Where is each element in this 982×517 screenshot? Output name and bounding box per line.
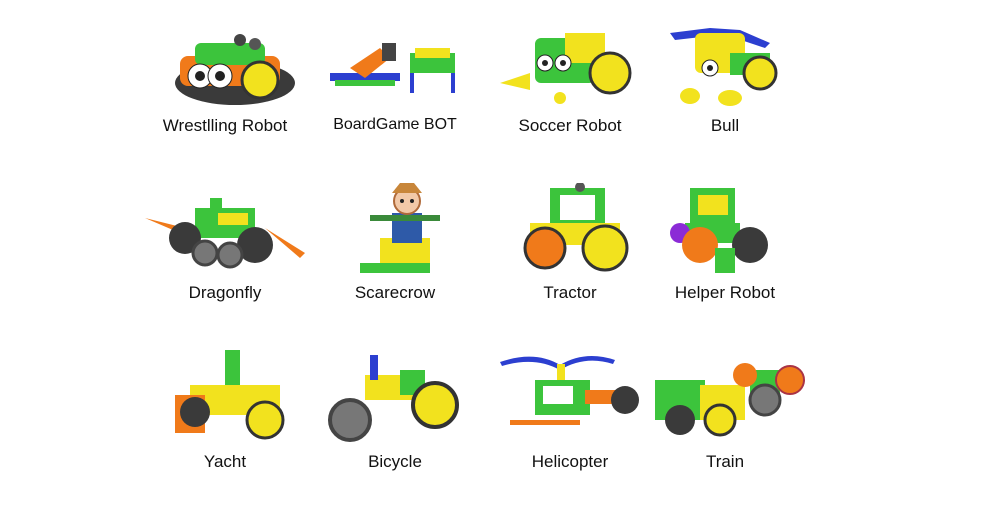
model-card-bicycle: Bicycle bbox=[310, 350, 480, 500]
tractor-image bbox=[485, 183, 655, 278]
bicycle-image bbox=[310, 350, 480, 445]
helper-robot-image bbox=[640, 183, 810, 278]
train-image bbox=[640, 350, 810, 445]
model-label: Dragonfly bbox=[188, 283, 262, 302]
model-label: Yacht bbox=[203, 452, 247, 471]
model-label: BoardGame BOT bbox=[333, 116, 457, 133]
helicopter-image bbox=[485, 350, 655, 445]
model-card-yacht: Yacht bbox=[140, 350, 310, 500]
model-card-helicopter: Helicopter bbox=[485, 350, 655, 500]
model-label: Bull bbox=[710, 116, 740, 135]
model-label: Soccer Robot bbox=[518, 116, 622, 135]
model-label: Helicopter bbox=[531, 452, 609, 471]
model-card-boardgame-bot: BoardGame BOT bbox=[310, 18, 480, 168]
yacht-image bbox=[140, 350, 310, 445]
model-label: Helper Robot bbox=[674, 283, 776, 302]
model-card-train: Train bbox=[640, 350, 810, 500]
robot-models-grid: Wrestlling Robot BoardGame BOT Soccer Ro… bbox=[140, 18, 830, 498]
soccer-robot-image bbox=[485, 18, 655, 113]
model-card-scarecrow: Scarecrow bbox=[310, 183, 480, 333]
model-label: Wrestlling Robot bbox=[162, 116, 288, 135]
model-card-tractor: Tractor bbox=[485, 183, 655, 333]
model-label: Scarecrow bbox=[354, 283, 436, 302]
model-label: Tractor bbox=[543, 283, 597, 302]
bull-image bbox=[640, 18, 810, 113]
model-label: Train bbox=[705, 452, 745, 471]
model-card-dragonfly: Dragonfly bbox=[140, 183, 310, 333]
boardgame-bot-image bbox=[310, 18, 480, 113]
model-card-wrestling-robot: Wrestlling Robot bbox=[140, 18, 310, 168]
dragonfly-image bbox=[140, 183, 310, 278]
model-card-soccer-robot: Soccer Robot bbox=[485, 18, 655, 168]
wrestling-robot-image bbox=[140, 18, 310, 113]
model-label: Bicycle bbox=[368, 452, 422, 471]
model-card-helper-robot: Helper Robot bbox=[640, 183, 810, 333]
scarecrow-image bbox=[310, 183, 480, 278]
model-card-bull: Bull bbox=[640, 18, 810, 168]
